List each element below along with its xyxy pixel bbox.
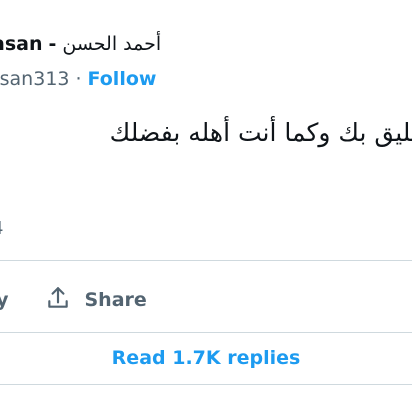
tweet-timestamp[interactable]: 4 <box>0 218 3 244</box>
reply-label: ply <box>0 289 9 311</box>
author-handle-line: asan313 · Follow <box>0 64 156 94</box>
author-handle[interactable]: asan313 <box>0 68 70 90</box>
author-name-separator: - <box>48 33 57 55</box>
author-name-latin[interactable]: asan <box>0 33 42 55</box>
share-button[interactable]: Share <box>45 285 147 316</box>
author-name-line[interactable]: asan - أحمد الحسن <box>0 30 161 58</box>
follow-button[interactable]: Follow <box>88 68 157 90</box>
tweet-text: يليق بك وكما أنت أهله بفضلك <box>109 118 412 147</box>
action-bar: ply Share <box>0 280 147 320</box>
share-icon <box>45 285 71 316</box>
read-replies-button[interactable]: Read 1.7K replies <box>0 336 412 380</box>
divider-bottom <box>0 384 412 385</box>
share-label: Share <box>84 289 147 311</box>
handle-dot-separator: · <box>75 68 82 90</box>
divider-top <box>0 260 412 261</box>
author-name-arabic[interactable]: أحمد الحسن <box>62 33 161 55</box>
divider-middle <box>0 332 412 333</box>
tweet-embed-card: asan - أحمد الحسن asan313 · Follow يليق … <box>0 0 412 412</box>
reply-button[interactable]: ply <box>0 289 9 311</box>
